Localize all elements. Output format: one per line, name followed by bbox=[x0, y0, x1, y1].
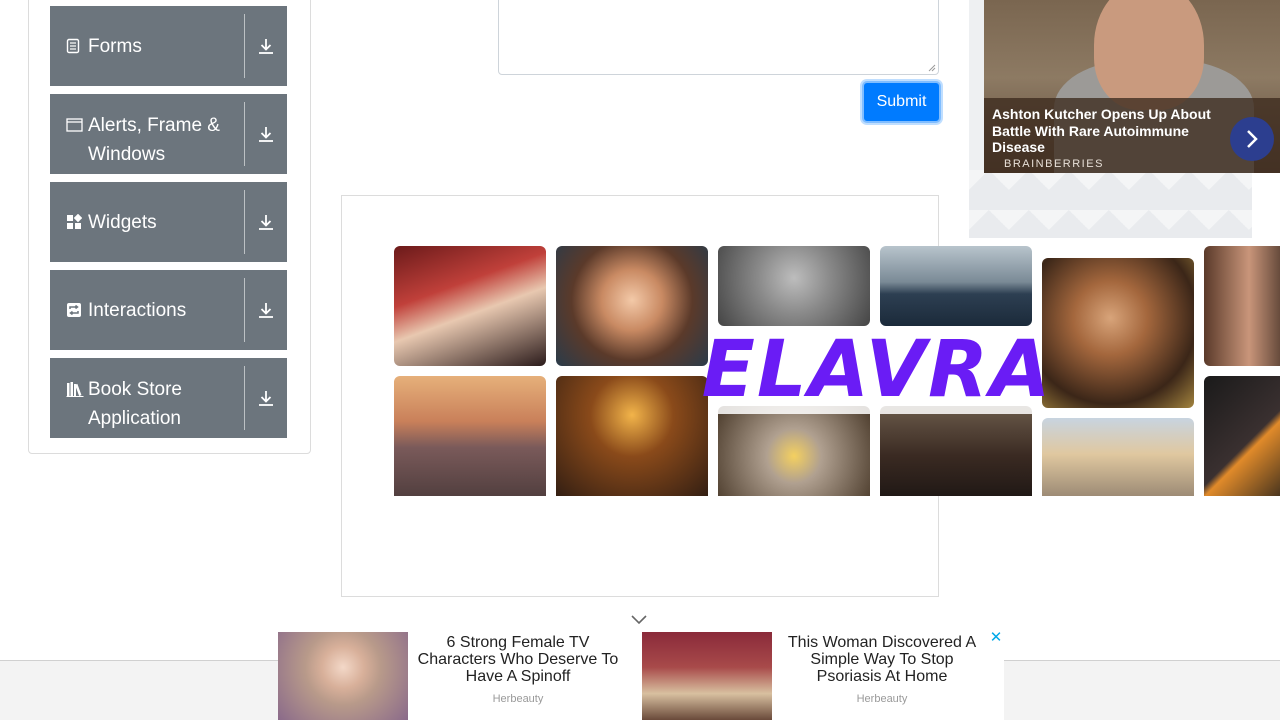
group-header[interactable]: Forms bbox=[50, 14, 245, 78]
download-icon[interactable] bbox=[245, 182, 287, 262]
download-icon[interactable] bbox=[245, 6, 287, 86]
ad-source: Herbeauty bbox=[856, 693, 908, 705]
sidebar-group-interactions[interactable]: Interactions bbox=[50, 270, 287, 350]
group-label: Widgets bbox=[88, 211, 157, 233]
ad-video-card[interactable]: Ashton Kutcher Opens Up About Battle Wit… bbox=[984, 0, 1280, 173]
collapse-chevron-icon[interactable] bbox=[630, 612, 648, 626]
bottom-ad[interactable]: 6 Strong Female TV Characters Who Deserv… bbox=[278, 632, 1004, 720]
group-header[interactable]: Alerts, Frame & Windows bbox=[50, 102, 245, 166]
banner-image bbox=[1204, 246, 1280, 366]
ad-thumbnail[interactable] bbox=[278, 632, 408, 720]
group-label: Interactions bbox=[88, 299, 187, 321]
banner-brand-logo: ELAVRA bbox=[701, 325, 1053, 415]
banner-image bbox=[394, 376, 546, 496]
group-label: Forms bbox=[88, 35, 142, 57]
interactions-icon bbox=[66, 296, 88, 324]
banner-image bbox=[718, 246, 870, 326]
ad-title[interactable]: 6 Strong Female TV Characters Who Deserv… bbox=[413, 634, 623, 685]
ad-person-image bbox=[1094, 0, 1204, 110]
sidebar-group-alerts[interactable]: Alerts, Frame & Windows bbox=[50, 94, 287, 174]
sidebar-group-book-store[interactable]: Book Store Application bbox=[50, 358, 287, 438]
sidebar: Forms Alerts, Frame & Windows Widgets In… bbox=[28, 0, 311, 454]
banner-image bbox=[1042, 418, 1194, 496]
sidebar-group-widgets[interactable]: Widgets bbox=[50, 182, 287, 262]
ad-brand: BRAINBERRIES bbox=[1004, 158, 1104, 170]
banner-image bbox=[880, 246, 1032, 326]
sidebar-group-forms[interactable]: Forms bbox=[50, 6, 287, 86]
ad-source: Herbeauty bbox=[492, 693, 544, 705]
message-textarea[interactable] bbox=[498, 0, 939, 75]
group-header[interactable]: Interactions bbox=[50, 278, 245, 342]
banner-image bbox=[556, 376, 708, 496]
group-header[interactable]: Book Store Application bbox=[50, 366, 245, 430]
banner-image bbox=[556, 246, 708, 366]
window-icon bbox=[66, 111, 88, 139]
banner-image bbox=[718, 406, 870, 496]
group-header[interactable]: Widgets bbox=[50, 190, 245, 254]
banner-image bbox=[880, 406, 1032, 496]
ad-title[interactable]: This Woman Discovered A Simple Way To St… bbox=[777, 634, 987, 685]
banner-image bbox=[394, 246, 546, 366]
next-arrow-icon[interactable] bbox=[1230, 117, 1274, 161]
download-icon[interactable] bbox=[245, 270, 287, 350]
banner-image bbox=[1042, 258, 1194, 408]
ad-background-pattern bbox=[969, 170, 1252, 238]
books-icon bbox=[66, 375, 88, 403]
download-icon[interactable] bbox=[245, 94, 287, 174]
download-icon[interactable] bbox=[245, 358, 287, 438]
submit-button[interactable]: Submit bbox=[862, 81, 941, 123]
form-icon bbox=[66, 32, 88, 60]
ad-headline[interactable]: Ashton Kutcher Opens Up About Battle Wit… bbox=[992, 106, 1227, 156]
group-label: Alerts, Frame & Windows bbox=[88, 115, 220, 165]
banner-ad[interactable]: ELAVRA bbox=[394, 246, 1280, 496]
widgets-icon bbox=[66, 208, 88, 236]
page: Forms Alerts, Frame & Windows Widgets In… bbox=[0, 0, 1280, 720]
resize-handle-icon[interactable] bbox=[928, 64, 936, 72]
ad-thumbnail[interactable] bbox=[642, 632, 772, 720]
close-icon[interactable]: ✕ bbox=[989, 630, 1003, 645]
banner-image bbox=[1204, 376, 1280, 496]
group-label: Book Store Application bbox=[88, 379, 182, 429]
